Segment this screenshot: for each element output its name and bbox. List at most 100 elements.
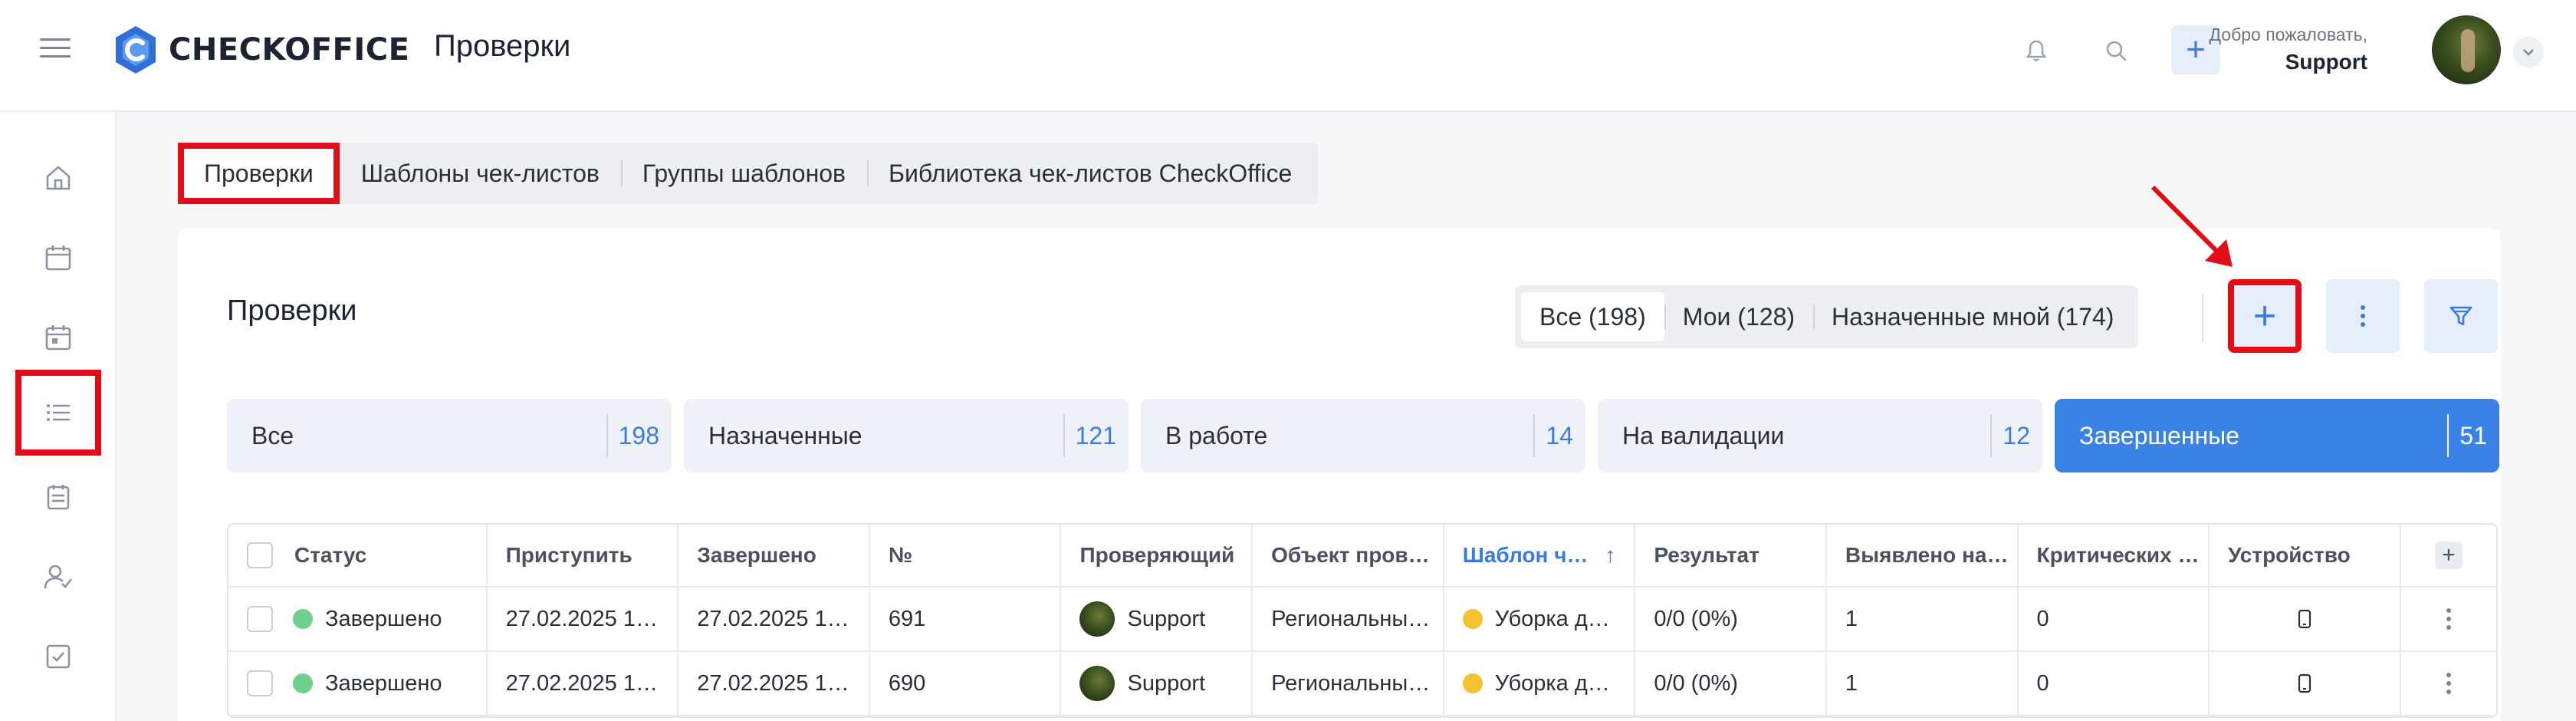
template-dot-icon — [1462, 673, 1483, 693]
column-header-found[interactable]: Выявлено на… — [1827, 525, 2019, 586]
tab-checks[interactable]: Проверки — [178, 143, 340, 204]
sidebar-item-checks[interactable] — [15, 370, 101, 456]
tab-template-groups[interactable]: Группы шаблонов — [620, 143, 867, 204]
column-header-result[interactable]: Результат — [1635, 525, 1827, 586]
kebab-icon — [2446, 608, 2451, 630]
column-header-status[interactable]: Статус — [228, 525, 488, 586]
status-card-label: Назначенные — [708, 421, 863, 449]
status-card-count: 198 — [618, 421, 659, 449]
calendar-icon[interactable] — [34, 233, 83, 282]
welcome-text: Добро пожаловать, — [2209, 25, 2367, 44]
cell-result: 0/0 (0%) — [1635, 652, 1827, 715]
column-header-start[interactable]: Приступить — [488, 525, 679, 586]
cell-object: Региональны… — [1253, 652, 1444, 715]
table-header-row: Статус Приступить Завершено № Проверяющи… — [228, 525, 2496, 588]
status-card-in-progress[interactable]: В работе 14 — [1141, 399, 1585, 472]
annotation-arrow-icon — [2150, 185, 2233, 267]
clipboard-calendar-icon[interactable] — [34, 472, 83, 522]
logo[interactable]: CHECKOFFICE — [113, 25, 409, 75]
status-card-label: На валидации — [1622, 421, 1785, 449]
template-name: Уборка д… — [1494, 670, 1610, 696]
tab-checklist-templates[interactable]: Шаблоны чек-листов — [340, 143, 621, 204]
cell-device — [2210, 652, 2401, 715]
column-header-number[interactable]: № — [870, 525, 1062, 586]
cell-object: Региональны… — [1253, 588, 1444, 650]
column-header-critical[interactable]: Критических … — [2019, 525, 2210, 586]
segment-all[interactable]: Все (198) — [1521, 292, 1664, 341]
cell-start: 27.02.2025 1… — [488, 588, 679, 650]
cell-found: 1 — [1827, 652, 2019, 715]
column-label: Шаблон ч… — [1462, 543, 1589, 567]
status-card-assigned[interactable]: Назначенные 121 — [684, 399, 1129, 472]
status-card-all[interactable]: Все 198 — [227, 399, 672, 472]
cell-end: 27.02.2025 1… — [678, 652, 870, 715]
column-header-object[interactable]: Объект пров… — [1253, 525, 1444, 586]
status-text: Завершено — [325, 606, 442, 631]
template-name: Уборка д… — [1494, 606, 1610, 631]
cell-inspector: Support — [1061, 652, 1254, 715]
status-card-count: 51 — [2459, 421, 2487, 449]
row-menu-button[interactable] — [2401, 588, 2496, 650]
add-column-button[interactable]: + — [2434, 542, 2463, 569]
status-card-count: 121 — [1075, 421, 1116, 449]
cell-number: 691 — [870, 588, 1062, 650]
chevron-down-icon[interactable] — [2513, 37, 2544, 67]
segment-assigned-by-me[interactable]: Назначенные мной (174) — [1813, 292, 2132, 341]
row-menu-button[interactable] — [2401, 652, 2496, 715]
cell-start: 27.02.2025 1… — [488, 652, 679, 715]
cell-end: 27.02.2025 1… — [678, 588, 870, 650]
sidebar — [0, 112, 117, 721]
scope-segmented-control: Все (198) Мои (128) Назначенные мной (17… — [1515, 285, 2139, 348]
table-row[interactable]: Завершено 27.02.2025 1… 27.02.2025 1… 69… — [228, 652, 2496, 716]
filter-button[interactable] — [2424, 279, 2498, 353]
inspector-name: Support — [1127, 670, 1206, 696]
checks-table: Статус Приступить Завершено № Проверяющи… — [227, 523, 2498, 718]
user-check-icon[interactable] — [34, 552, 83, 601]
column-header-inspector[interactable]: Проверяющий — [1061, 525, 1254, 586]
calendar-day-icon[interactable] — [34, 313, 83, 362]
row-checkbox[interactable] — [247, 670, 273, 696]
status-dot-icon — [293, 609, 313, 629]
more-options-button[interactable] — [2326, 279, 2400, 353]
status-card-label: Завершенные — [2079, 421, 2239, 449]
search-icon[interactable] — [2099, 34, 2133, 67]
menu-icon[interactable] — [40, 38, 71, 61]
tab-checkoffice-library[interactable]: Библиотека чек-листов CheckOffice — [867, 143, 1313, 204]
status-dot-icon — [293, 673, 313, 693]
cell-critical: 0 — [2019, 652, 2210, 715]
column-header-template[interactable]: Шаблон ч… ↑ — [1444, 525, 1636, 586]
status-card-label: В работе — [1165, 421, 1268, 449]
kebab-icon — [2446, 673, 2451, 694]
select-all-checkbox[interactable] — [247, 542, 273, 568]
section-tabs: Проверки Шаблоны чек-листов Группы шабло… — [178, 143, 1319, 204]
cell-status: Завершено — [228, 652, 488, 715]
status-card-completed[interactable]: Завершенные 51 — [2055, 399, 2499, 472]
cell-number: 690 — [870, 652, 1062, 715]
checkbox-icon[interactable] — [34, 632, 83, 681]
list-icon — [47, 404, 70, 421]
status-card-label: Все — [251, 421, 294, 449]
table-row[interactable]: Завершено 27.02.2025 1… 27.02.2025 1… 69… — [228, 588, 2496, 652]
bell-icon[interactable] — [2019, 34, 2053, 67]
column-header-device[interactable]: Устройство — [2210, 525, 2401, 586]
avatar — [1079, 601, 1116, 637]
status-card-validation[interactable]: На валидации 12 — [1598, 399, 2042, 472]
checkoffice-logo-icon — [116, 26, 156, 74]
status-card-count: 14 — [1546, 421, 1573, 449]
status-card-count: 12 — [2003, 421, 2030, 449]
column-header-end[interactable]: Завершено — [678, 525, 870, 586]
user-name: Support — [2285, 50, 2367, 74]
add-check-button[interactable]: + — [2228, 279, 2302, 353]
kebab-icon — [2361, 305, 2365, 327]
row-checkbox[interactable] — [247, 606, 273, 632]
section-title: Проверки — [227, 295, 357, 327]
divider — [2202, 293, 2203, 342]
cell-device — [2210, 588, 2401, 650]
mobile-icon — [2298, 609, 2312, 629]
template-dot-icon — [1462, 609, 1483, 629]
avatar[interactable] — [2432, 15, 2501, 84]
inspector-name: Support — [1127, 606, 1206, 631]
home-icon[interactable] — [34, 153, 83, 202]
brand-name: CHECKOFFICE — [169, 32, 410, 67]
segment-mine[interactable]: Мои (128) — [1664, 292, 1813, 341]
